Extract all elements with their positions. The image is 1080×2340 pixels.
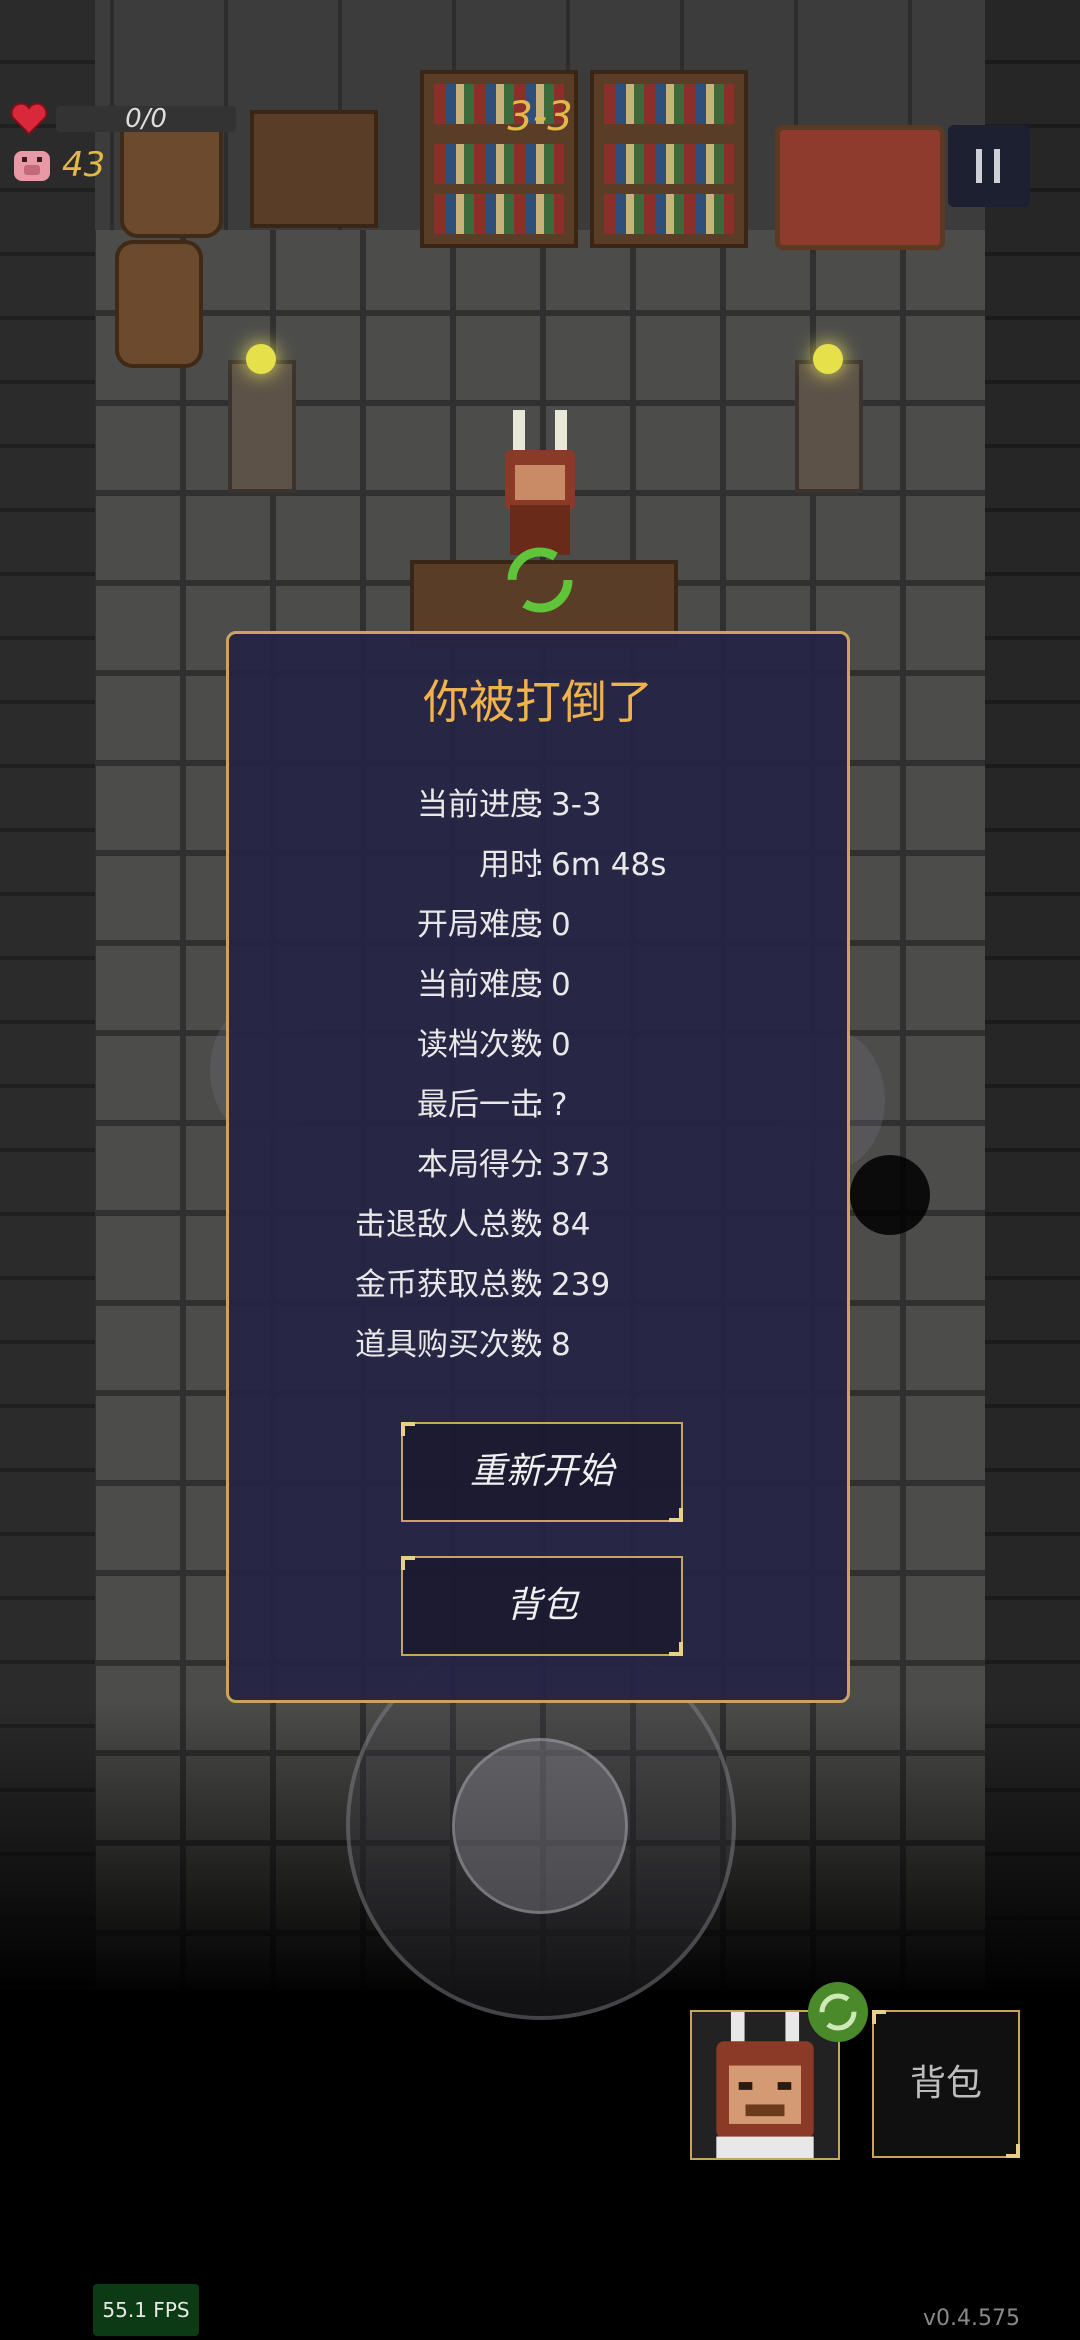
stat-row: 当前进度 : 3-3 <box>229 780 847 830</box>
table <box>250 110 378 228</box>
stat-value: 6m 48s <box>551 847 667 883</box>
coin-count: 43 <box>62 145 106 185</box>
swap-ring-icon <box>507 547 573 613</box>
stat-value: 84 <box>551 1207 591 1243</box>
fps-counter: 55.1 FPS <box>93 2284 199 2336</box>
pause-icon <box>976 149 1000 183</box>
treasure-chest <box>775 125 945 250</box>
torch-pedestal <box>228 344 296 493</box>
stat-value: 239 <box>551 1267 611 1303</box>
hp-indicator: 0/0 <box>10 100 250 140</box>
heart-icon <box>10 102 48 136</box>
coin-indicator: 43 <box>10 145 210 189</box>
stat-row: 当前难度 : 0 <box>229 960 847 1010</box>
stat-row: 道具购买次数 : 8 <box>229 1320 847 1370</box>
stat-label: 最后一击 <box>417 1087 541 1123</box>
hp-text: 0/0 <box>125 104 167 134</box>
stat-colon: : <box>534 787 545 823</box>
stat-label: 金币获取总数 <box>355 1267 541 1303</box>
dungeon-wall-right <box>985 0 1080 1990</box>
stat-value: 0 <box>551 907 571 943</box>
backpack-button[interactable]: 背包 <box>872 2010 1020 2158</box>
stat-row: 本局得分 : 373 <box>229 1140 847 1190</box>
stat-colon: : <box>534 1027 545 1063</box>
dungeon-wall-left <box>0 0 95 1990</box>
stat-label: 开局难度 <box>417 907 541 943</box>
restart-button[interactable]: 重新开始 <box>401 1422 683 1522</box>
version-label: v0.4.575 <box>923 2306 1020 2331</box>
joystick-knob[interactable] <box>452 1738 628 1914</box>
stat-label: 当前进度 <box>417 787 541 823</box>
stat-colon: : <box>534 1207 545 1243</box>
stat-colon: : <box>534 1267 545 1303</box>
defeat-dialog: 你被打倒了 当前进度 : 3-3 用时 : 6m 48s 开局难度 : 0 当前… <box>226 631 850 1703</box>
torch-pedestal <box>795 344 863 493</box>
character-portrait-icon <box>716 2012 814 2158</box>
pause-button[interactable] <box>948 125 1030 207</box>
stat-value: 373 <box>551 1147 611 1183</box>
swap-character-icon[interactable] <box>808 1982 868 2042</box>
stat-row: 读档次数 : 0 <box>229 1020 847 1070</box>
stat-colon: : <box>534 907 545 943</box>
stat-row: 金币获取总数 : 239 <box>229 1260 847 1310</box>
stat-colon: : <box>534 1327 545 1363</box>
stat-value: 0 <box>551 1027 571 1063</box>
dialog-title: 你被打倒了 <box>423 675 653 729</box>
stat-label: 本局得分 <box>417 1147 541 1183</box>
stat-label: 击退敌人总数 <box>355 1207 541 1243</box>
stat-value: 0 <box>551 967 571 1003</box>
stat-colon: : <box>534 1087 545 1123</box>
dialog-backpack-button[interactable]: 背包 <box>401 1556 683 1656</box>
bookshelf <box>590 70 748 248</box>
stat-label: 用时 <box>479 847 541 883</box>
stat-row: 击退敌人总数 : 84 <box>229 1200 847 1250</box>
stat-colon: : <box>534 967 545 1003</box>
barrel <box>115 240 203 368</box>
stat-colon: : <box>534 847 545 883</box>
stat-label: 当前难度 <box>417 967 541 1003</box>
piggy-bank-icon <box>14 151 50 181</box>
stat-value: 8 <box>551 1327 571 1363</box>
stat-row: 用时 : 6m 48s <box>229 840 847 890</box>
stat-row: 开局难度 : 0 <box>229 900 847 950</box>
stat-row: 最后一击 : ? <box>229 1080 847 1130</box>
stat-value: 3-3 <box>551 787 602 823</box>
stat-colon: : <box>534 1147 545 1183</box>
stat-label: 读档次数 <box>417 1027 541 1063</box>
stat-label: 道具购买次数 <box>355 1327 541 1363</box>
level-indicator: 3-3 <box>507 94 573 140</box>
stat-value: ? <box>551 1087 568 1123</box>
player-character <box>505 410 575 555</box>
enemy-shadow <box>850 1155 930 1235</box>
